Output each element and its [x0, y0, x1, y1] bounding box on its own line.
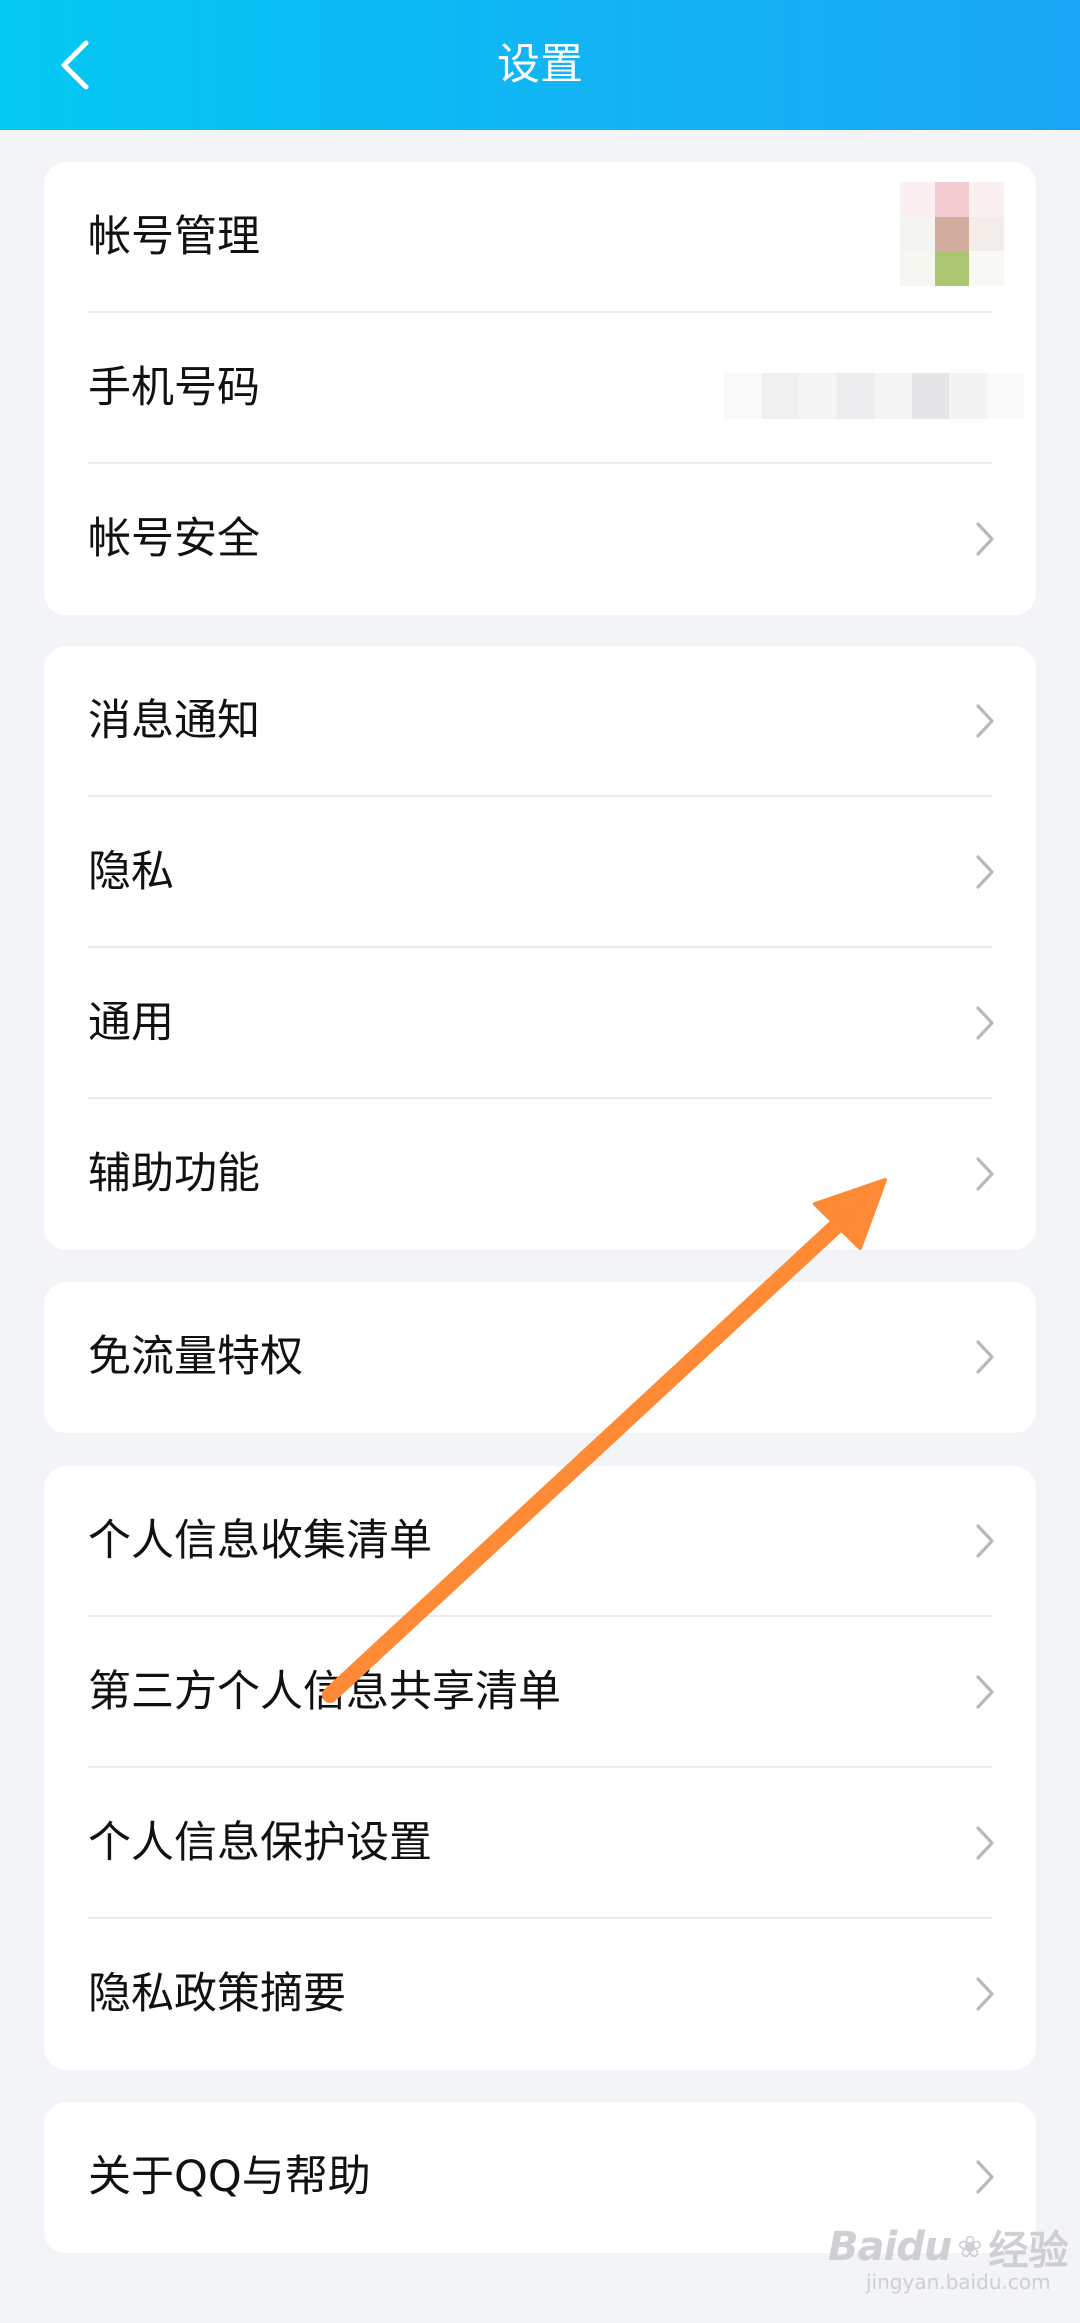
row-label: 第三方个人信息共享清单: [88, 1667, 561, 1717]
chevron-right-icon: [976, 1524, 994, 1558]
chevron-right-icon: [976, 1157, 994, 1191]
chevron-right-icon: [976, 704, 994, 738]
row-label: 帐号管理: [88, 212, 260, 262]
row-general[interactable]: 通用: [44, 948, 1036, 1099]
nav-bar: 设置: [0, 0, 1080, 130]
watermark-logo: Baidu ❀ 经验: [828, 2218, 1068, 2276]
row-label: 消息通知: [88, 696, 260, 746]
row-label: 免流量特权: [88, 1332, 303, 1382]
phone-value: [724, 373, 1024, 419]
row-label: 手机号码: [88, 363, 260, 413]
paw-icon: ❀: [957, 2229, 983, 2265]
row-label: 个人信息收集清单: [88, 1516, 432, 1566]
chevron-right-icon: [976, 1826, 994, 1860]
row-personal-info-protection[interactable]: 个人信息保护设置: [44, 1768, 1036, 1919]
row-account-management[interactable]: 帐号管理: [44, 162, 1036, 313]
row-account-security[interactable]: 帐号安全: [44, 464, 1036, 615]
general-group: 消息通知 隐私 通用 辅助功能: [44, 646, 1036, 1250]
row-personal-info-collection[interactable]: 个人信息收集清单: [44, 1466, 1036, 1617]
row-label: 辅助功能: [88, 1149, 260, 1199]
row-third-party-sharing[interactable]: 第三方个人信息共享清单: [44, 1617, 1036, 1768]
personal-info-group: 个人信息收集清单 第三方个人信息共享清单 个人信息保护设置 隐私政策摘要: [44, 1466, 1036, 2070]
row-label: 个人信息保护设置: [88, 1818, 432, 1868]
chevron-right-icon: [976, 1340, 994, 1374]
row-label: 帐号安全: [88, 514, 260, 564]
row-privacy-policy-summary[interactable]: 隐私政策摘要: [44, 1919, 1036, 2070]
watermark-brand: Baidu: [828, 2224, 952, 2270]
row-label: 通用: [88, 998, 174, 1048]
chevron-right-icon: [976, 2160, 994, 2194]
row-privacy[interactable]: 隐私: [44, 797, 1036, 948]
chevron-right-icon: [976, 1006, 994, 1040]
row-label: 隐私政策摘要: [88, 1969, 346, 2019]
data-free-group: 免流量特权: [44, 1282, 1036, 1433]
row-message-notification[interactable]: 消息通知: [44, 646, 1036, 797]
row-phone-number[interactable]: 手机号码: [44, 313, 1036, 464]
account-group: 帐号管理 手机号码 帐号安全: [44, 162, 1036, 615]
row-accessibility[interactable]: 辅助功能: [44, 1099, 1036, 1250]
watermark-suffix: 经验: [988, 2228, 1069, 2274]
row-data-free-privilege[interactable]: 免流量特权: [44, 1282, 1036, 1433]
chevron-right-icon: [976, 855, 994, 889]
avatar: [900, 182, 1004, 286]
row-label: 关于QQ与帮助: [88, 2152, 371, 2202]
page-title: 设置: [497, 40, 583, 90]
chevron-right-icon: [976, 1977, 994, 2011]
chevron-right-icon: [976, 1675, 994, 1709]
row-label: 隐私: [88, 847, 174, 897]
chevron-right-icon: [976, 522, 994, 556]
watermark-url: jingyan.baidu.com: [866, 2270, 1051, 2294]
